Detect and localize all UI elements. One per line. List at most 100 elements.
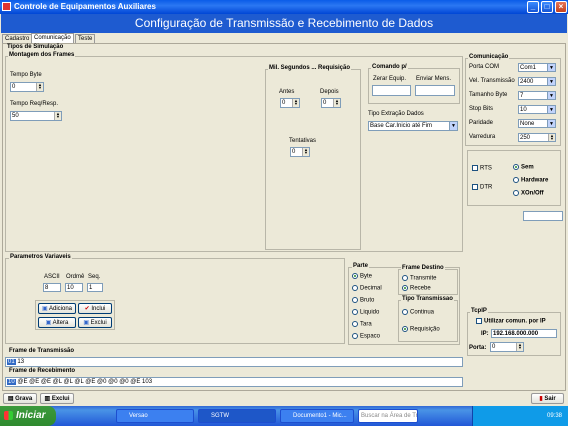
task-sgtw[interactable]: SGTW	[198, 409, 276, 423]
porta-com-select[interactable]: Com1 ▼	[518, 63, 556, 72]
delete-icon: ▣	[83, 320, 89, 326]
add-icon: ▣	[41, 306, 48, 312]
dtr-checkbox[interactable]: DTR	[472, 184, 492, 191]
task-search[interactable]: Buscar na Área de Tr...	[358, 409, 418, 423]
extracao-select[interactable]: Base Car.Inicio até Fim ▼	[368, 121, 458, 131]
ascii-input[interactable]: 8	[43, 283, 61, 292]
save-icon: ▤	[7, 396, 14, 402]
checkbox-icon	[476, 318, 482, 324]
exclui-button[interactable]: ▥ Exclui	[40, 393, 74, 404]
depois-input[interactable]: 0 ▲ ▼	[321, 98, 341, 108]
enviar-input[interactable]	[415, 85, 455, 96]
exit-icon: ▮	[539, 396, 543, 402]
antes-input[interactable]: 0 ▲ ▼	[280, 98, 300, 108]
flow-xon[interactable]: XOn/Off	[513, 190, 544, 197]
grava-button[interactable]: ▤ Grava	[3, 393, 37, 404]
check-icon: ✔	[84, 306, 90, 312]
start-button[interactable]: Iniciar	[0, 406, 56, 426]
tempo-byte-input[interactable]: 0 ▲ ▼	[10, 82, 44, 92]
flow-sem[interactable]: Sem	[513, 164, 534, 171]
task-versao[interactable]: Versao	[116, 409, 194, 423]
varredura-input[interactable]: 250 ▲ ▼	[518, 133, 556, 142]
inclui-button[interactable]: ✔ Inclui	[78, 303, 112, 314]
tcpip-use-checkbox[interactable]: Utilizar comun. por IP	[476, 318, 546, 325]
parametros-title: Parametros Variaveis	[9, 254, 72, 260]
radio-icon	[402, 275, 408, 281]
minimize-button[interactable]: _	[527, 1, 539, 13]
comando-title: Comando p/	[371, 64, 408, 70]
maximize-button[interactable]: □	[541, 1, 553, 13]
tempo-req-label: Tempo Req/Resp.	[10, 101, 59, 107]
parte-option-tara[interactable]: Tara	[352, 321, 372, 328]
destino-transmite[interactable]: Transmite	[402, 275, 436, 282]
transmissao-requisicao[interactable]: Requisição	[402, 326, 440, 333]
window-titlebar: Controle de Equipamentos Auxiliares _ □ …	[0, 0, 568, 14]
tamanho-select[interactable]: 7 ▼	[518, 91, 556, 100]
vel-label: Vel. Transmissão	[469, 78, 515, 84]
clock: 09:38	[546, 413, 562, 419]
antes-label: Antes	[279, 89, 295, 95]
vel-select[interactable]: 2400 ▼	[518, 77, 556, 86]
frame-tx-field[interactable]: 01 13	[5, 357, 463, 367]
radio-icon	[352, 333, 358, 339]
stop-select[interactable]: 10 ▼	[518, 105, 556, 114]
zerar-input[interactable]	[372, 85, 411, 96]
task-documento[interactable]: Documento1 - Mic...	[280, 409, 354, 423]
parte-title: Parte	[352, 263, 370, 269]
checkbox-icon	[472, 184, 478, 190]
radio-icon	[513, 164, 519, 170]
frame-destino-title: Frame Destino	[401, 265, 445, 271]
ascii-label: ASCII	[44, 274, 60, 280]
radio-icon	[513, 177, 519, 183]
parte-option-espaco[interactable]: Espaco	[352, 333, 380, 340]
radio-icon	[402, 309, 408, 315]
transmissao-continua[interactable]: Continua	[402, 309, 434, 316]
destino-recebe[interactable]: Recebe	[402, 285, 431, 292]
extracao-label: Tipo Extração Dados	[368, 111, 424, 117]
ip-input[interactable]: 192.168.000.000	[491, 329, 557, 338]
parte-option-bruto[interactable]: Bruto	[352, 297, 374, 304]
tab-teste[interactable]: Teste	[75, 34, 96, 43]
enviar-label: Enviar Mens.	[416, 76, 452, 82]
flow-extra-input[interactable]	[523, 211, 563, 221]
mil-title: Mil. Segundos ... Requisição	[268, 65, 352, 71]
tentativas-input[interactable]: 0 ▲ ▼	[290, 147, 310, 157]
ordem-input[interactable]: 10	[65, 283, 83, 292]
simulacao-title: Tipos de Simulação	[6, 44, 65, 50]
page-title: Configuração de Transmissão e Recebiment…	[1, 14, 567, 33]
ordem-label: Ordmê	[66, 274, 85, 280]
rts-checkbox[interactable]: RTS	[472, 165, 492, 172]
paridade-label: Paridade	[469, 120, 494, 126]
flow-hardware[interactable]: Hardware	[513, 177, 548, 184]
frame-rx-field[interactable]: 10 @E @E @E @L @L @L @E @0 @0 @0 @E 103	[5, 377, 463, 387]
radio-icon	[352, 273, 358, 279]
altera-button[interactable]: ▣ Altera	[38, 317, 76, 328]
parte-option-decimal[interactable]: Decimal	[352, 285, 382, 292]
radio-icon	[352, 297, 358, 303]
montagem-title: Montagem dos Frames	[8, 52, 76, 58]
paridade-select[interactable]: None ▼	[518, 119, 556, 128]
tab-comunicacao[interactable]: Comunicação	[31, 33, 74, 43]
tab-cadastro[interactable]: Cadastro	[2, 34, 33, 43]
radio-icon	[352, 285, 358, 291]
tcp-porta-input[interactable]: 0 ▲ ▼	[490, 342, 524, 352]
sair-button[interactable]: ▮ Sair	[531, 393, 564, 404]
parte-option-liquido[interactable]: Liquido	[352, 309, 379, 316]
radio-icon	[513, 190, 519, 196]
stop-label: Stop Bits	[469, 106, 494, 112]
varredura-label: Varredura	[469, 134, 496, 140]
radio-icon	[352, 321, 358, 327]
porta-com-label: Porta COM	[469, 64, 500, 70]
tentativas-label: Tentativas	[289, 138, 317, 144]
tempo-req-input[interactable]: 50 ▲ ▼	[10, 111, 62, 121]
windows-logo-icon	[4, 411, 13, 420]
adiciona-button[interactable]: ▣ Adiciona	[38, 303, 76, 314]
tempo-byte-label: Tempo Byte	[10, 72, 42, 78]
system-tray: 09:38	[472, 406, 568, 426]
exclui-param-button[interactable]: ▣ Exclui	[78, 317, 112, 328]
parte-option-byte[interactable]: Byte	[352, 273, 372, 280]
close-button[interactable]: ×	[555, 1, 567, 13]
frame-rx-title: Frame de Recebimento	[8, 368, 77, 374]
depois-label: Depois	[320, 89, 339, 95]
seq-input[interactable]: 1	[87, 283, 103, 292]
